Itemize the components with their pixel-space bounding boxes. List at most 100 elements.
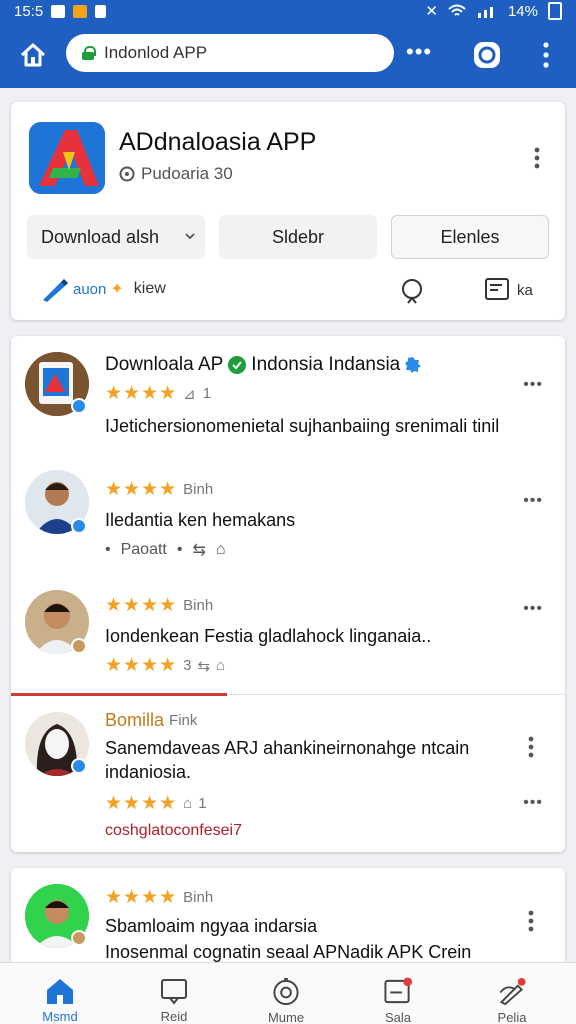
new-label: kiew (133, 280, 166, 297)
home-small-icon[interactable]: ⌂ (216, 657, 225, 674)
lock-icon (82, 46, 96, 60)
battery-icon (548, 2, 562, 20)
nav-mume[interactable]: Mume (246, 963, 326, 1024)
app-title: ADdnaloasia APP (119, 128, 317, 156)
status-time: 15:5 (14, 2, 44, 20)
battery-text: 14% (507, 2, 538, 20)
sd-card-icon (95, 4, 107, 18)
nav-sala[interactable]: Sala (358, 963, 438, 1024)
search-icon[interactable] (399, 277, 427, 305)
rating-meta: Binh (183, 597, 214, 614)
author-name: Bomilla (105, 710, 165, 730)
review-more-icon[interactable]: ••• (523, 492, 543, 510)
app-more-icon[interactable] (533, 146, 541, 170)
signal-icon (477, 7, 493, 18)
review-text: Iledantia ken hemakans (105, 510, 296, 530)
notification-icon (51, 4, 66, 18)
verified-icon (71, 638, 87, 654)
review-more-icon[interactable]: ••• (523, 376, 543, 394)
rating-count: 3 (183, 657, 192, 674)
bullet: • (105, 541, 111, 558)
review-link[interactable]: coshglatoconfesei7 (105, 822, 242, 840)
rating-stars-glyphs: ★★★★ (105, 655, 178, 676)
review-text: Iondenkean Festia gladlahock linganaia.. (105, 626, 432, 646)
elenles-button[interactable]: Elenles (391, 215, 549, 259)
share-icon[interactable]: ⇆ (192, 540, 205, 560)
tabs-icon[interactable] (472, 40, 502, 70)
list-item[interactable]: ★★★★ Binh Iledantia ken hemakans • Paoat… (11, 456, 565, 576)
verified-icon (71, 398, 87, 414)
url-text: Indonlod APP (104, 43, 208, 62)
share-icon[interactable]: ⇆ (197, 657, 210, 675)
app-action-row[interactable]: auon ✦ kiew (39, 276, 166, 302)
rating-meta: 1 (202, 385, 212, 402)
review-title-left: Downloala AP (105, 354, 224, 375)
inbox-icon (384, 977, 413, 1004)
review-title: Sbamloaim ngyaa indarsia (105, 916, 318, 936)
home-icon (47, 979, 73, 1004)
star-cluster-icon: ✦ (110, 281, 124, 298)
nav-mume-label: Mume (267, 1010, 305, 1024)
check-circle-icon (228, 356, 247, 374)
status-bar: 15:5 ✕ 14% (0, 0, 576, 22)
list-item[interactable]: ★★★★ Binh Iondenkean Festia gladlahock l… (11, 576, 565, 694)
document-icon[interactable] (485, 278, 509, 300)
rating-stars-glyphs: ★★★★ (105, 383, 178, 404)
download-button-label: Download alsh (41, 226, 160, 247)
verified-icon (71, 930, 87, 946)
bullet: • (176, 541, 183, 558)
thumb-icon: ⊿ (183, 385, 197, 403)
app-subtitle: Pudoaria 30 (119, 164, 233, 184)
verified-badge-icon (405, 357, 422, 373)
review-text: Sanemdaveas ARJ ahankineirnonahge ntcain… (105, 738, 470, 782)
sidebar-button[interactable]: Sldebr (219, 215, 377, 259)
rating-stars-glyphs: ★★★★ (105, 595, 178, 616)
nav-home[interactable]: Msmd (20, 963, 100, 1024)
developer-icon (119, 166, 135, 182)
review-title-right: Indonsia Indansia (251, 354, 401, 375)
review-more-icon[interactable]: ••• (523, 794, 543, 812)
rating-stars-glyphs: ★★★★ (105, 793, 178, 814)
app-subtitle-text: Pudoaria 30 (141, 164, 233, 183)
url-bar[interactable]: Indonlod APP (66, 34, 394, 72)
chevron-down-icon (185, 233, 195, 240)
review-text: IJetichersionomenietal sujhanbaiing sren… (105, 416, 500, 436)
home-icon[interactable] (18, 40, 48, 70)
nav-home-label: Msmd (42, 1009, 78, 1024)
sidebar-button-label: Sldebr (271, 226, 325, 247)
nav-read[interactable]: Reid (134, 963, 214, 1024)
home-small-icon[interactable]: ⌂ (216, 541, 226, 559)
list-item[interactable]: Downloala AP Indonsia Indansia ★★★★ ⊿ 1 … (11, 336, 565, 456)
review-list: Downloala AP Indonsia Indansia ★★★★ ⊿ 1 … (11, 336, 565, 852)
home-small-icon[interactable]: ⌂ (183, 795, 192, 812)
download-button[interactable]: Download alsh (27, 215, 205, 259)
review-more-icon[interactable]: ••• (523, 600, 543, 618)
more-horiz-icon[interactable]: ••• (406, 41, 432, 63)
nav-read-label: Reid (160, 1009, 188, 1024)
verified-icon (71, 758, 87, 774)
document-label: ka (517, 282, 533, 299)
browser-toolbar: Indonlod APP ••• (0, 22, 576, 88)
list-item[interactable]: Bomilla Fink Sanemdaveas ARJ ahankineirn… (11, 696, 565, 852)
review-sub-meta-text: Paoatt (120, 541, 167, 558)
mute-icon: ✕ (425, 3, 438, 20)
rating-meta: Binh (183, 481, 214, 498)
app-info-card: ADdnaloasia APP Pudoaria 30 Download als… (11, 102, 565, 320)
edit-icon (499, 977, 526, 1006)
rating-stars: ★★★★ ⌂ 1 (105, 792, 207, 815)
menu-vertical-icon[interactable] (536, 40, 556, 70)
rating-stars: ★★★★ Binh (105, 594, 213, 617)
rating-stars: ★★★★ Binh (105, 886, 213, 909)
compass-icon (273, 977, 299, 1006)
review-menu-icon[interactable] (527, 910, 535, 932)
nav-pelia[interactable]: Pelia (472, 963, 552, 1024)
mail-icon (73, 4, 88, 18)
message-icon (161, 979, 187, 1005)
wifi-icon (448, 4, 466, 16)
verified-icon (71, 518, 87, 534)
pen-label: auon (73, 280, 107, 298)
app-logo-icon (29, 122, 105, 194)
review-menu-icon[interactable] (527, 736, 535, 758)
author-suffix: Fink (169, 712, 198, 729)
rating-stars-glyphs: ★★★★ (105, 887, 178, 908)
